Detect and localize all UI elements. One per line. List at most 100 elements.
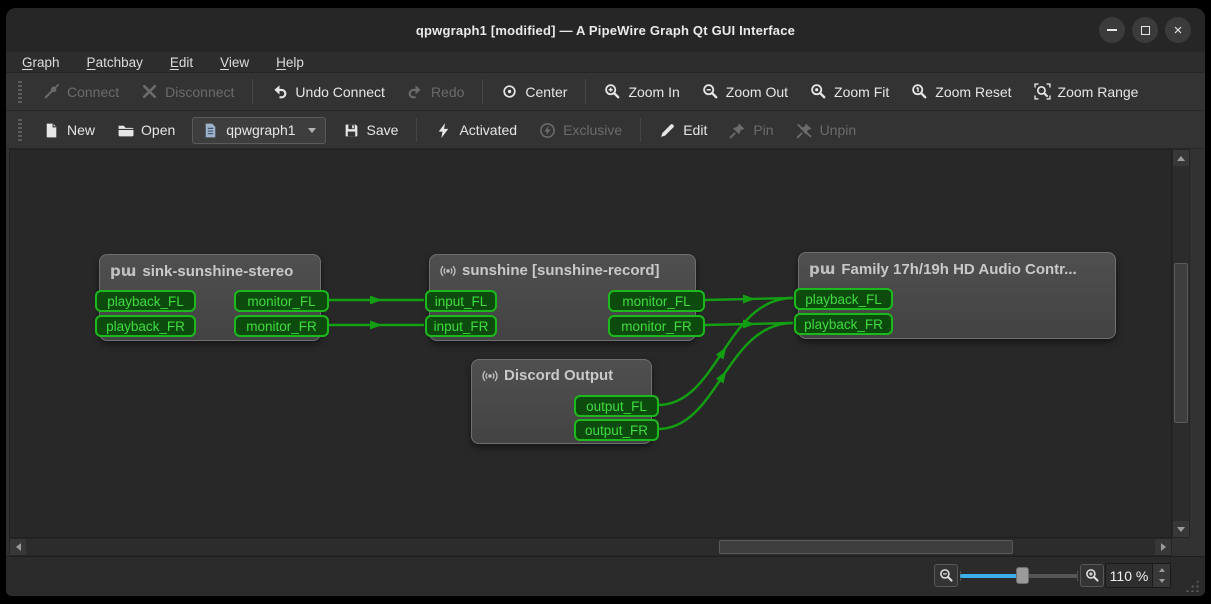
- graph-toolbar: Connect Disconnect Undo Connect Redo Cen…: [6, 73, 1205, 111]
- toolbar-drag-handle[interactable]: [18, 81, 22, 103]
- port-input[interactable]: playback_FL: [794, 288, 893, 310]
- port-input[interactable]: playback_FR: [794, 313, 893, 335]
- port-output[interactable]: output_FR: [574, 419, 659, 441]
- scroll-up-button[interactable]: [1173, 150, 1189, 166]
- zoom-reset-button[interactable]: Zoom Reset: [900, 78, 1022, 105]
- zoom-slider[interactable]: [960, 564, 1078, 587]
- unpin-icon: [796, 122, 813, 139]
- center-button[interactable]: Center: [490, 78, 578, 105]
- menu-view[interactable]: View: [220, 55, 249, 70]
- patchbay-file-icon: [202, 122, 219, 139]
- patchbay-toolbar: New Open qpwgraph1 Save Activated Exclus…: [6, 112, 1205, 149]
- vertical-scrollbar[interactable]: [1172, 149, 1190, 538]
- open-button[interactable]: Open: [106, 117, 186, 144]
- scroll-left-button[interactable]: [10, 539, 26, 555]
- save-icon: [343, 122, 360, 139]
- zoom-in-icon: [604, 83, 621, 100]
- connect-button[interactable]: Connect: [32, 78, 130, 105]
- zoom-fit-label: Zoom Fit: [834, 84, 889, 100]
- spin-down-button[interactable]: [1153, 576, 1170, 588]
- node-family-hd-audio[interactable]: pɯ Family 17h/19h HD Audio Contr... play…: [798, 252, 1116, 339]
- statusbar-zoom-out-button[interactable]: [934, 564, 958, 587]
- menu-help[interactable]: Help: [276, 55, 304, 70]
- port-input[interactable]: input_FL: [425, 290, 497, 312]
- port-output[interactable]: monitor_FR: [234, 315, 329, 337]
- arrow-down-icon: [1159, 579, 1165, 583]
- disconnect-button[interactable]: Disconnect: [130, 78, 245, 105]
- horizontal-scroll-thumb[interactable]: [719, 540, 1013, 554]
- edit-pencil-icon: [659, 122, 676, 139]
- statusbar-zoom-in-button[interactable]: [1080, 564, 1104, 587]
- port-input[interactable]: playback_FR: [95, 315, 196, 337]
- redo-button[interactable]: Redo: [396, 78, 475, 105]
- graph-canvas[interactable]: pɯ sink-sunshine-stereo playback_FL play…: [9, 149, 1172, 538]
- connect-label: Connect: [67, 84, 119, 100]
- stream-icon: [482, 368, 498, 384]
- unpin-button[interactable]: Unpin: [785, 117, 868, 144]
- horizontal-scrollbar[interactable]: [9, 538, 1172, 556]
- new-button[interactable]: New: [32, 117, 106, 144]
- undo-connect-button[interactable]: Undo Connect: [260, 78, 396, 105]
- patchbay-select-value: qpwgraph1: [226, 122, 295, 138]
- node-sunshine-record[interactable]: sunshine [sunshine-record] input_FL inpu…: [429, 254, 696, 341]
- port-input[interactable]: playback_FL: [95, 290, 196, 312]
- zoom-range-icon: [1034, 83, 1051, 100]
- stream-icon: [440, 263, 456, 279]
- close-button[interactable]: ×: [1165, 17, 1191, 43]
- zoom-out-icon: [939, 568, 954, 583]
- center-label: Center: [525, 84, 567, 100]
- node-title: pɯ Family 17h/19h HD Audio Contr...: [799, 253, 1115, 278]
- zoom-value-input[interactable]: [1106, 564, 1152, 587]
- menu-graph[interactable]: Graph: [22, 55, 60, 70]
- activated-icon: [435, 122, 452, 139]
- port-output[interactable]: output_FL: [574, 395, 659, 417]
- edit-label: Edit: [683, 122, 707, 138]
- resize-grip[interactable]: [1185, 579, 1200, 592]
- spin-up-button[interactable]: [1153, 564, 1170, 576]
- open-label: Open: [141, 122, 175, 138]
- zoom-fit-button[interactable]: Zoom Fit: [799, 78, 900, 105]
- zoom-in-button[interactable]: Zoom In: [593, 78, 690, 105]
- window-controls: ×: [1099, 17, 1191, 43]
- zoom-reset-label: Zoom Reset: [935, 84, 1011, 100]
- arrow-down-icon: [1177, 527, 1185, 532]
- toolbar-separator: [640, 118, 641, 142]
- menu-patchbay[interactable]: Patchbay: [87, 55, 143, 70]
- maximize-button[interactable]: [1132, 17, 1158, 43]
- vertical-scroll-thumb[interactable]: [1174, 263, 1188, 423]
- save-button[interactable]: Save: [332, 117, 410, 144]
- scroll-down-button[interactable]: [1173, 521, 1189, 537]
- arrow-right-icon: [1161, 543, 1166, 551]
- zoom-out-button[interactable]: Zoom Out: [691, 78, 799, 105]
- scroll-right-button[interactable]: [1155, 539, 1171, 555]
- toolbar-drag-handle[interactable]: [18, 119, 22, 141]
- pin-icon: [729, 122, 746, 139]
- port-input[interactable]: input_FR: [425, 315, 497, 337]
- zoom-range-button[interactable]: Zoom Range: [1023, 78, 1150, 105]
- edit-button[interactable]: Edit: [648, 117, 718, 144]
- toolbar-separator: [416, 118, 417, 142]
- node-title: Discord Output: [472, 360, 651, 384]
- minimize-button[interactable]: [1099, 17, 1125, 43]
- statusbar: [6, 556, 1205, 596]
- center-icon: [501, 83, 518, 100]
- pipewire-icon: pɯ: [110, 262, 136, 280]
- node-title: pɯ sink-sunshine-stereo: [100, 255, 320, 280]
- menu-edit[interactable]: Edit: [170, 55, 193, 70]
- node-discord-output[interactable]: Discord Output output_FL output_FR: [471, 359, 652, 444]
- zoom-slider-handle[interactable]: [1016, 567, 1029, 584]
- node-sink-sunshine-stereo[interactable]: pɯ sink-sunshine-stereo playback_FL play…: [99, 254, 321, 341]
- pipewire-icon: pɯ: [809, 260, 835, 278]
- activated-button[interactable]: Activated: [424, 117, 528, 144]
- port-output[interactable]: monitor_FL: [234, 290, 329, 312]
- zoom-out-label: Zoom Out: [726, 84, 788, 100]
- patchbay-select-dropdown[interactable]: qpwgraph1: [192, 117, 325, 144]
- titlebar[interactable]: qpwgraph1 [modified] — A PipeWire Graph …: [6, 8, 1205, 52]
- port-output[interactable]: monitor_FR: [608, 315, 705, 337]
- port-output[interactable]: monitor_FL: [608, 290, 705, 312]
- zoom-reset-icon: [911, 83, 928, 100]
- pin-button[interactable]: Pin: [718, 117, 784, 144]
- menubar: Graph Patchbay Edit View Help: [6, 52, 1205, 73]
- exclusive-button[interactable]: Exclusive: [528, 117, 633, 144]
- new-label: New: [67, 122, 95, 138]
